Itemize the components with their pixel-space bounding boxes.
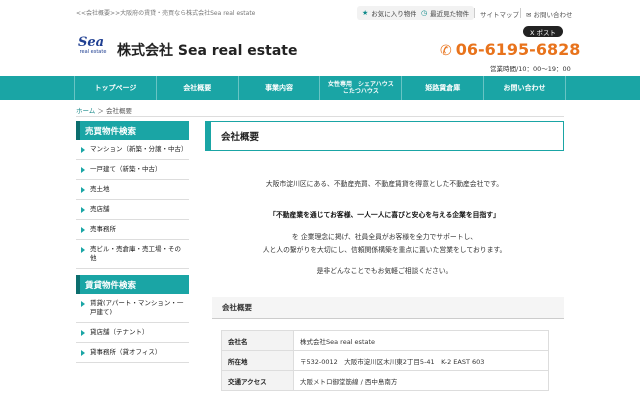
nav-item-company[interactable]: 会社概要 <box>155 76 238 100</box>
company-info-table: 会社名 株式会社Sea real estate 所在地 〒532-0012 大阪… <box>221 330 549 391</box>
table-label: 所在地 <box>221 350 294 371</box>
sidebar-item-shop[interactable]: 売店舗 <box>76 200 189 220</box>
divider <box>520 8 521 18</box>
business-hours: 営業時間/10：00～19：00 <box>490 65 571 73</box>
logo[interactable]: Sea real estate <box>78 36 108 62</box>
site-tagline: <<会社概要>>大阪府の賃貸・売買なら株式会社Sea real estate <box>76 10 256 17</box>
table-row: 交通アクセス 大阪メトロ御堂筋線 / 西中島南方 <box>221 370 549 391</box>
page-title: 会社概要 <box>205 121 564 151</box>
company-name: 株式会社 Sea real estate <box>117 43 298 59</box>
sidebar-item-rent-shop[interactable]: 貸店舗（テナント） <box>76 323 189 343</box>
table-value: 〒532-0012 大阪市淀川区木川東2丁目5-41 K-2 EAST 603 <box>293 350 549 371</box>
contact-link[interactable]: ✉ お問い合わせ <box>526 9 573 19</box>
sitemap-link[interactable]: サイトマップ <box>480 9 519 19</box>
sidebar-item-office[interactable]: 売事務所 <box>76 220 189 240</box>
clock-icon: ◷ <box>421 9 428 17</box>
sidebar-item-mansion[interactable]: マンション（新築・分譲・中古） <box>76 140 189 160</box>
intro-line: 人と人の繋がりを大切にし、信頼関係構築を重点に置いた営業をしております。 <box>262 246 507 254</box>
nav-item-top[interactable]: トップページ <box>74 76 156 100</box>
nav-item-contact[interactable]: お問い合わせ <box>483 76 566 100</box>
sidebar-item-land[interactable]: 売土地 <box>76 180 189 200</box>
divider <box>474 8 475 18</box>
breadcrumb-home[interactable]: ホーム <box>76 107 95 115</box>
nav-item-warehouse[interactable]: 姫路賃倉庫 <box>401 76 483 100</box>
mail-icon: ✉ <box>526 11 532 19</box>
divider <box>76 116 564 117</box>
phone-number[interactable]: ✆ 06-6195-6828 <box>440 40 580 59</box>
breadcrumb-separator: ＞ <box>97 107 104 115</box>
sidebar-item-rent-office[interactable]: 貸事務所（貸オフィス） <box>76 343 189 363</box>
intro-line: 大阪市淀川区にある、不動産売買、不動産賃貸を得意とした不動産会社です。 <box>265 180 504 188</box>
x-post-button[interactable]: X ポスト <box>523 26 563 37</box>
intro-line: 是非どんなことでもお気軽ご相談ください。 <box>316 267 453 275</box>
table-row: 会社名 株式会社Sea real estate <box>221 330 549 351</box>
table-label: 交通アクセス <box>221 370 294 391</box>
top-bar: <<会社概要>>大阪府の賃貸・売買なら株式会社Sea real estate ★… <box>0 0 640 26</box>
company-motto: 「不動産業を通じてお客様、一人一人に喜びと安心を与える企業を目指す」 <box>269 211 500 219</box>
breadcrumb-current: 会社概要 <box>105 107 132 115</box>
sidebar-item-building[interactable]: 売ビル・売倉庫・売工場・その他 <box>76 240 189 269</box>
table-value: 大阪メトロ御堂筋線 / 西中島南方 <box>293 370 549 391</box>
section-heading: 会社概要 <box>212 297 564 319</box>
recent-button[interactable]: ◷ 最近見た物件 <box>416 6 475 20</box>
nav-item-business[interactable]: 事業内容 <box>237 76 320 100</box>
sidebar: 売買物件検索 マンション（新築・分譲・中古） 一戸建て（新築・中古） 売土地 売… <box>76 121 189 363</box>
star-icon: ★ <box>362 9 369 17</box>
table-row: 所在地 〒532-0012 大阪市淀川区木川東2丁目5-41 K-2 EAST … <box>221 350 549 371</box>
phone-icon: ✆ <box>440 43 452 59</box>
intro-line: を 企業理念に掲げ、社員全員がお客様を全力でサポートし、 <box>291 233 478 241</box>
rent-search-heading: 賃貸物件検索 <box>76 275 189 294</box>
sidebar-item-rent-residence[interactable]: 賃貸(アパート・マンション・一戸建て) <box>76 294 189 323</box>
sidebar-item-house[interactable]: 一戸建て（新築・中古） <box>76 160 189 180</box>
main-content: 会社概要 大阪市淀川区にある、不動産売買、不動産賃貸を得意とした不動産会社です。… <box>205 121 564 275</box>
table-label: 会社名 <box>221 330 294 351</box>
sale-search-heading: 売買物件検索 <box>76 121 189 140</box>
favorites-button[interactable]: ★ お気に入り物件 <box>357 6 422 20</box>
breadcrumb: ホーム ＞ 会社概要 <box>76 105 132 115</box>
global-nav: トップページ 会社概要 事業内容 女性専用 シェアハウス こたつハウス 姫路賃倉… <box>0 76 640 100</box>
table-value: 株式会社Sea real estate <box>293 330 549 351</box>
nav-item-sharehouse[interactable]: 女性専用 シェアハウス こたつハウス <box>319 76 401 100</box>
